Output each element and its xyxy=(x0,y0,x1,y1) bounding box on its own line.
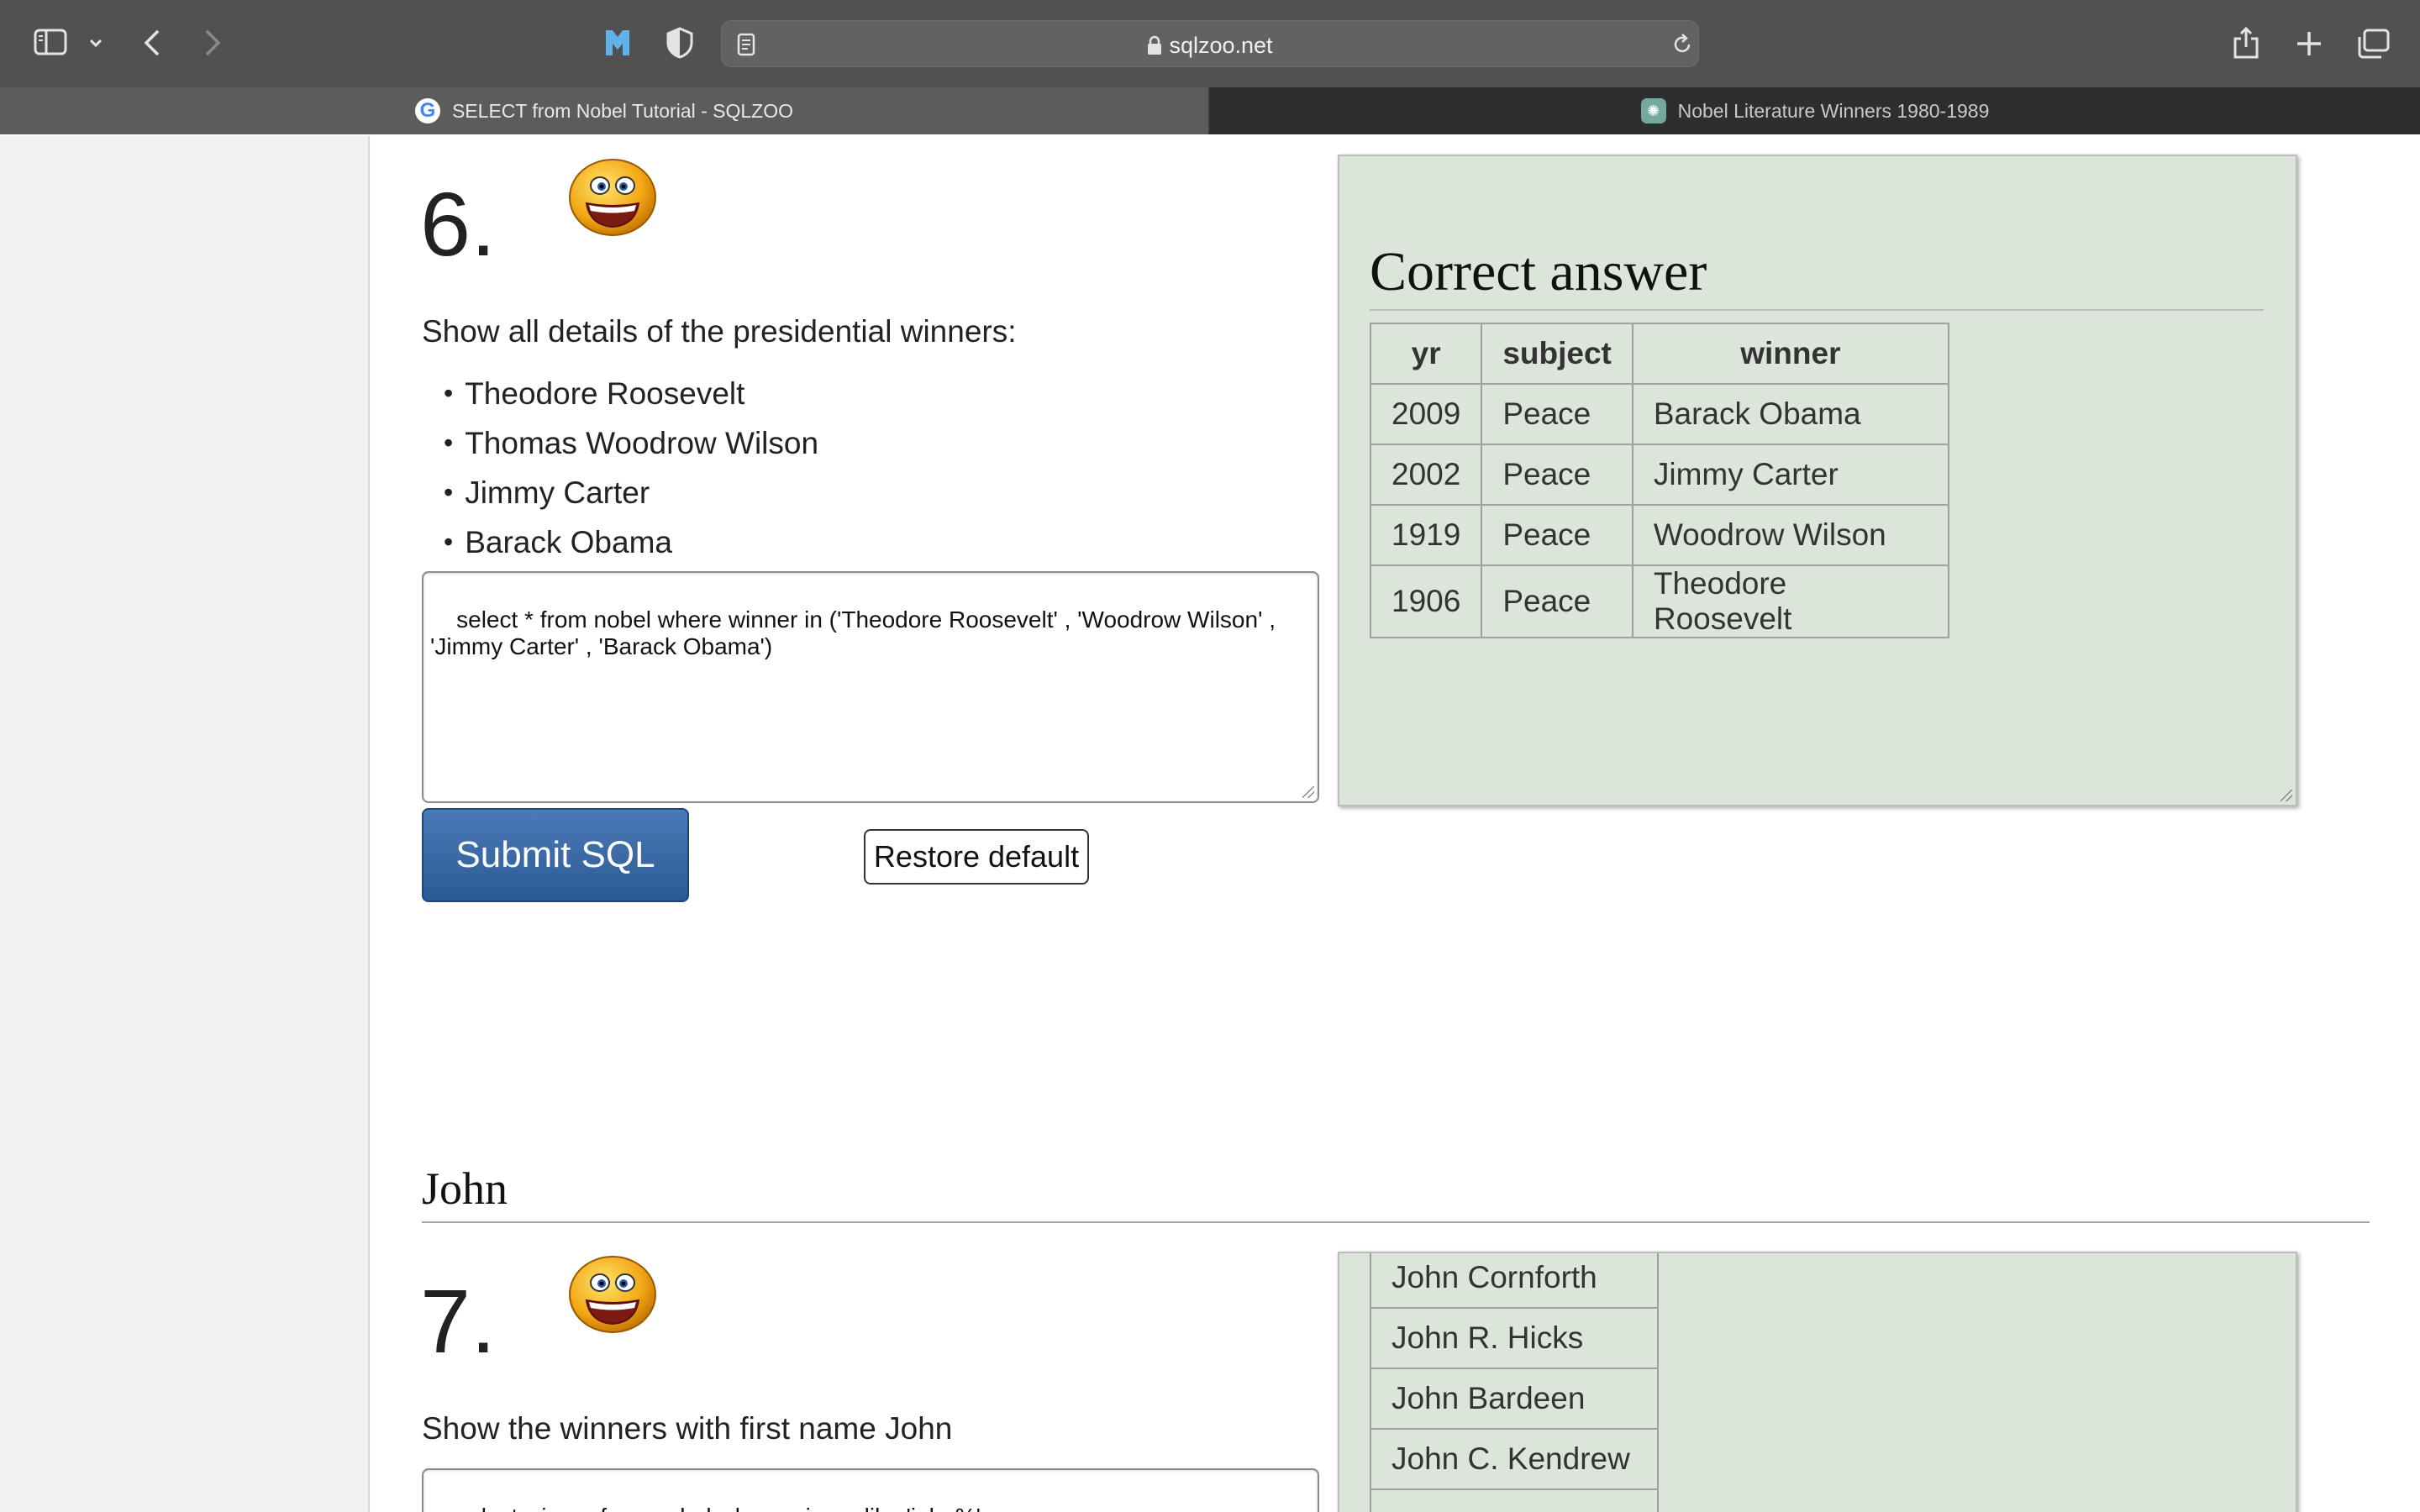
result-panel: John Cornforth John R. Hicks John Bardee… xyxy=(1338,1252,2297,1512)
section-divider xyxy=(422,1221,2370,1223)
restore-default-button[interactable]: Restore default xyxy=(864,829,1089,885)
sidebar-toggle-icon[interactable] xyxy=(34,29,67,60)
list-item: Jimmy Carter xyxy=(422,468,818,517)
table-cell: 1919 xyxy=(1369,504,1483,566)
question-prompt: Show all details of the presidential win… xyxy=(422,314,1017,349)
table-cell: Peace xyxy=(1481,444,1634,506)
presidents-list: Theodore Roosevelt Thomas Woodrow Wilson… xyxy=(422,369,818,567)
table-row: 1906 Peace Theodore Roosevelt xyxy=(1369,564,1949,638)
tab-nobel-literature[interactable]: ✺ Nobel Literature Winners 1980-1989 xyxy=(1210,87,2420,134)
submit-sql-button[interactable]: Submit SQL xyxy=(422,808,689,902)
share-icon[interactable] xyxy=(2232,25,2260,65)
left-gutter xyxy=(0,136,370,1512)
smiley-icon xyxy=(569,159,656,236)
table-cell: Barack Obama xyxy=(1631,383,1949,445)
tab-title: SELECT from Nobel Tutorial - SQLZOO xyxy=(451,99,794,122)
answer-table: yr subject winner 2009 Peace Barack Obam… xyxy=(1369,323,1949,638)
table-cell: Peace xyxy=(1481,504,1634,566)
question-prompt: Show the winners with first name John xyxy=(422,1411,953,1446)
table-row xyxy=(1370,1488,1659,1512)
table-cell: Theodore Roosevelt xyxy=(1631,564,1949,638)
table-cell: Woodrow Wilson xyxy=(1631,504,1949,566)
tab-title: Nobel Literature Winners 1980-1989 xyxy=(1677,99,1990,122)
tab-bar: G SELECT from Nobel Tutorial - SQLZOO ✺ … xyxy=(0,87,2420,134)
list-item: Thomas Woodrow Wilson xyxy=(422,418,818,468)
forward-icon[interactable] xyxy=(203,29,222,61)
table-header-row: yr subject winner xyxy=(1369,323,1949,385)
list-item: Barack Obama xyxy=(422,517,818,567)
table-cell: John C. Kendrew xyxy=(1370,1428,1659,1490)
list-item: Theodore Roosevelt xyxy=(422,369,818,418)
chevron-down-icon[interactable] xyxy=(89,37,103,52)
resize-handle-icon[interactable] xyxy=(1302,786,1314,798)
table-cell xyxy=(1370,1488,1659,1512)
new-tab-icon[interactable] xyxy=(2296,30,2323,61)
table-cell: 2002 xyxy=(1369,444,1483,506)
sql-editor[interactable]: select * from nobel where winner in ('Th… xyxy=(422,571,1319,803)
table-cell: John Cornforth xyxy=(1370,1253,1659,1309)
address-bar[interactable]: sqlzoo.net xyxy=(721,20,1699,67)
url-display: sqlzoo.net xyxy=(722,33,1698,61)
resize-handle-icon[interactable] xyxy=(2281,790,2292,801)
table-cell: Peace xyxy=(1481,564,1634,638)
lock-icon xyxy=(1147,35,1162,61)
table-cell: 1906 xyxy=(1369,564,1483,638)
table-cell: John R. Hicks xyxy=(1370,1307,1659,1369)
table-cell: 2009 xyxy=(1369,383,1483,445)
column-header: yr xyxy=(1369,323,1483,385)
sql-editor[interactable]: select winner from nobel where winner li… xyxy=(422,1468,1319,1512)
table-cell: Jimmy Carter xyxy=(1631,444,1949,506)
table-row: 1919 Peace Woodrow Wilson xyxy=(1369,504,1949,566)
divider xyxy=(1370,309,2264,311)
chatgpt-favicon-icon: ✺ xyxy=(1640,98,1666,123)
privacy-shield-icon[interactable] xyxy=(666,27,694,63)
tab-sqlzoo[interactable]: G SELECT from Nobel Tutorial - SQLZOO xyxy=(0,87,1208,134)
table-cell: John Bardeen xyxy=(1370,1368,1659,1430)
section-heading: John xyxy=(422,1163,508,1214)
tab-overview-icon[interactable] xyxy=(2356,29,2390,63)
page-content: 6. Show all details of the presidential … xyxy=(0,136,2420,1512)
table-row: John Bardeen xyxy=(1370,1368,1659,1430)
table-row: 2002 Peace Jimmy Carter xyxy=(1369,444,1949,506)
browser-toolbar: sqlzoo.net xyxy=(0,0,2420,87)
column-header: winner xyxy=(1631,323,1949,385)
url-text: sqlzoo.net xyxy=(1169,33,1273,58)
table-row: John Cornforth xyxy=(1370,1253,1659,1309)
smiley-icon xyxy=(569,1256,656,1333)
sql-text: select winner from nobel where winner li… xyxy=(456,1504,981,1512)
table-row: 2009 Peace Barack Obama xyxy=(1369,383,1949,445)
answer-title: Correct answer xyxy=(1370,241,1707,302)
question-number: 7. xyxy=(420,1270,497,1372)
table-row: John C. Kendrew xyxy=(1370,1428,1659,1490)
column-header: subject xyxy=(1481,323,1634,385)
reload-icon[interactable] xyxy=(1671,33,1693,60)
extension-icon[interactable] xyxy=(602,27,634,63)
correct-answer-panel: Correct answer yr subject winner 2009 Pe… xyxy=(1338,155,2297,806)
table-row: John R. Hicks xyxy=(1370,1307,1659,1369)
question-number: 6. xyxy=(420,173,497,275)
google-favicon-icon: G xyxy=(414,98,440,123)
table-cell: Peace xyxy=(1481,383,1634,445)
sql-text: select * from nobel where winner in ('Th… xyxy=(430,606,1276,659)
result-table: John Cornforth John R. Hicks John Bardee… xyxy=(1370,1253,1659,1512)
back-icon[interactable] xyxy=(143,29,161,61)
